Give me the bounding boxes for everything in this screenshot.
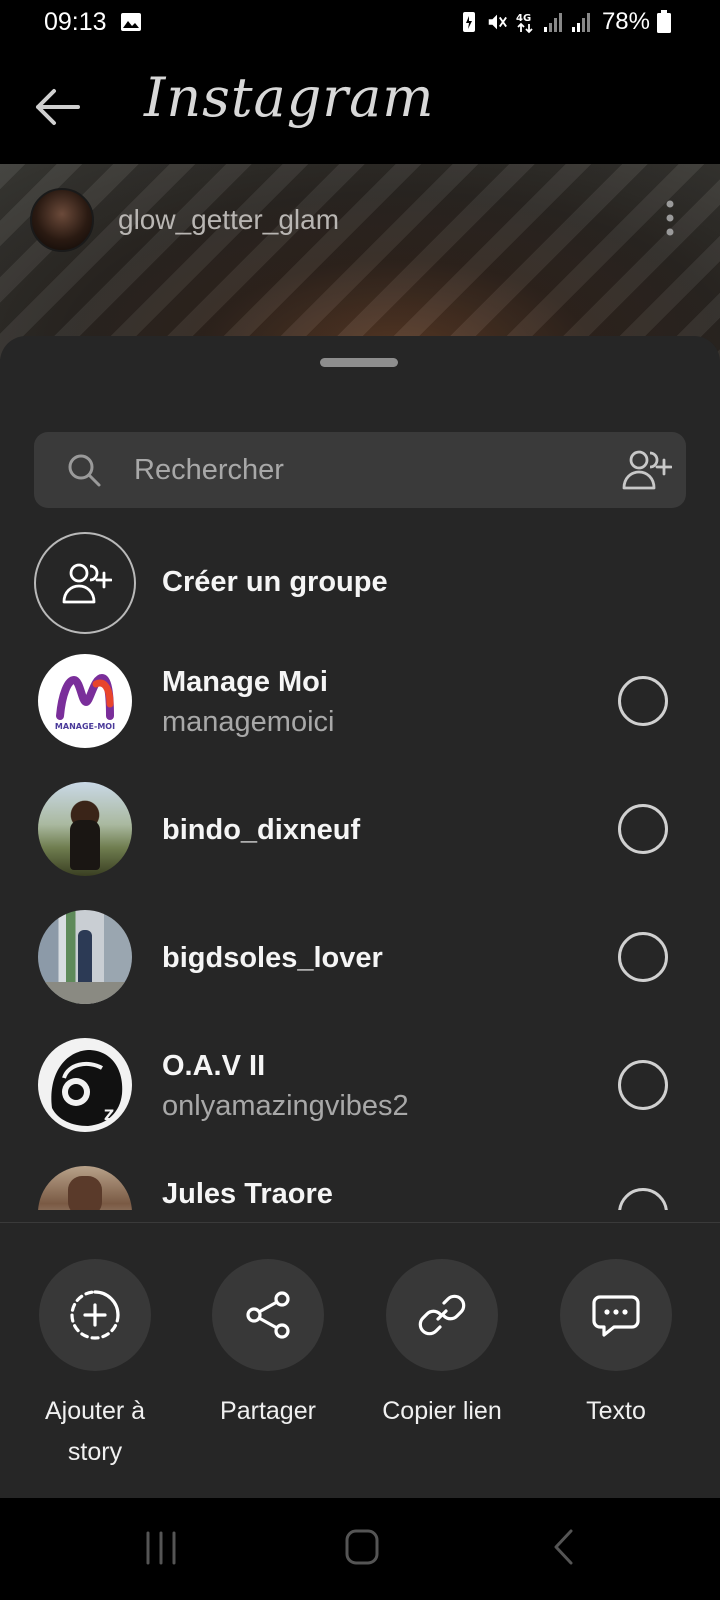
sheet-drag-handle[interactable]	[320, 358, 398, 367]
back-arrow-icon[interactable]	[32, 82, 82, 132]
select-radio[interactable]	[618, 1060, 668, 1110]
contact-row[interactable]: MANAGE-MOI Manage Moi managemoici	[0, 654, 720, 782]
home-icon[interactable]	[344, 1528, 380, 1566]
contact-username: onlyamazingvibes2	[162, 1090, 409, 1122]
message-icon	[592, 1295, 640, 1337]
system-nav-bar	[0, 1498, 720, 1600]
headphones-art-icon: Z	[51, 1050, 123, 1126]
svg-text:4G: 4G	[516, 13, 531, 24]
share-label: Partager	[220, 1397, 316, 1425]
share-actions-bar: Ajouter à story Partager Copier lien Tex…	[0, 1222, 720, 1498]
search-input[interactable]	[134, 432, 594, 508]
avatar	[38, 782, 132, 876]
contact-row[interactable]: Z O.A.V II onlyamazingvibes2	[0, 1038, 720, 1166]
battery-saver-icon	[462, 12, 475, 32]
avatar	[38, 910, 132, 1004]
signal-icon	[543, 13, 562, 32]
contact-row[interactable]: bindo_dixneuf	[0, 782, 720, 910]
nav-back-icon[interactable]	[552, 1528, 574, 1566]
mute-icon	[488, 14, 507, 30]
contact-name: bindo_dixneuf	[162, 814, 361, 846]
status-bar: 09:13 4G 78%	[0, 0, 720, 48]
text-message-button[interactable]: Texto	[541, 1259, 691, 1432]
manage-moi-logo-icon: MANAGE-MOI	[55, 673, 115, 731]
add-to-story-circle[interactable]	[39, 1259, 151, 1371]
post-author-avatar[interactable]	[30, 188, 94, 252]
link-icon	[418, 1294, 466, 1336]
4g-icon: 4G	[516, 13, 533, 34]
avatar: MANAGE-MOI	[38, 654, 132, 748]
post-author-username[interactable]: glow_getter_glam	[118, 204, 339, 236]
search-bar[interactable]	[34, 432, 686, 508]
share-icon	[246, 1291, 290, 1339]
more-vertical-icon[interactable]	[666, 200, 674, 236]
signal-icon	[571, 13, 590, 32]
image-icon	[121, 13, 141, 31]
add-to-story-button[interactable]: Ajouter à story	[20, 1259, 170, 1473]
avatar: Z	[38, 1038, 132, 1132]
svg-text:Z: Z	[104, 1108, 114, 1124]
contact-row[interactable]: bigdsoles_lover	[0, 910, 720, 1038]
contact-name: bigdsoles_lover	[162, 942, 383, 974]
create-group-label: Créer un groupe	[162, 566, 388, 598]
select-radio[interactable]	[618, 1188, 668, 1210]
status-icons: 4G 78%	[458, 8, 672, 36]
contact-name: Manage Moi	[162, 666, 328, 698]
status-time: 09:13	[44, 8, 107, 36]
copy-link-circle[interactable]	[386, 1259, 498, 1371]
post-preview: glow_getter_glam	[0, 164, 720, 364]
contact-name: Jules Traore	[162, 1178, 333, 1210]
share-circle[interactable]	[212, 1259, 324, 1371]
add-to-story-icon	[70, 1290, 120, 1340]
select-radio[interactable]	[618, 932, 668, 982]
recipient-list[interactable]: Créer un groupe MANAGE-MOI Manage Moi ma…	[0, 526, 720, 1210]
app-header: Instagram	[0, 48, 720, 164]
add-people-icon[interactable]	[620, 448, 672, 492]
group-add-icon	[62, 563, 112, 604]
create-group-row[interactable]: Créer un groupe	[0, 526, 720, 654]
select-radio[interactable]	[618, 804, 668, 854]
instagram-logo: Instagram	[144, 66, 435, 129]
battery-percent: 78%	[601, 8, 650, 35]
copy-link-button[interactable]: Copier lien	[367, 1259, 517, 1432]
battery-icon	[657, 10, 671, 33]
create-group-avatar	[34, 532, 136, 634]
text-message-label: Texto	[586, 1397, 646, 1425]
copy-link-label: Copier lien	[382, 1397, 502, 1425]
select-radio[interactable]	[618, 676, 668, 726]
text-message-circle[interactable]	[560, 1259, 672, 1371]
add-to-story-label: Ajouter à story	[44, 1397, 146, 1466]
recent-apps-icon[interactable]	[144, 1530, 178, 1566]
share-button[interactable]: Partager	[193, 1259, 343, 1432]
search-icon	[68, 454, 101, 487]
logo-text: MANAGE-MOI	[55, 722, 115, 731]
contact-username: managemoici	[162, 706, 335, 738]
contact-row[interactable]: Jules Traore	[0, 1166, 720, 1210]
avatar	[38, 1166, 132, 1210]
contact-name: O.A.V II	[162, 1050, 266, 1082]
